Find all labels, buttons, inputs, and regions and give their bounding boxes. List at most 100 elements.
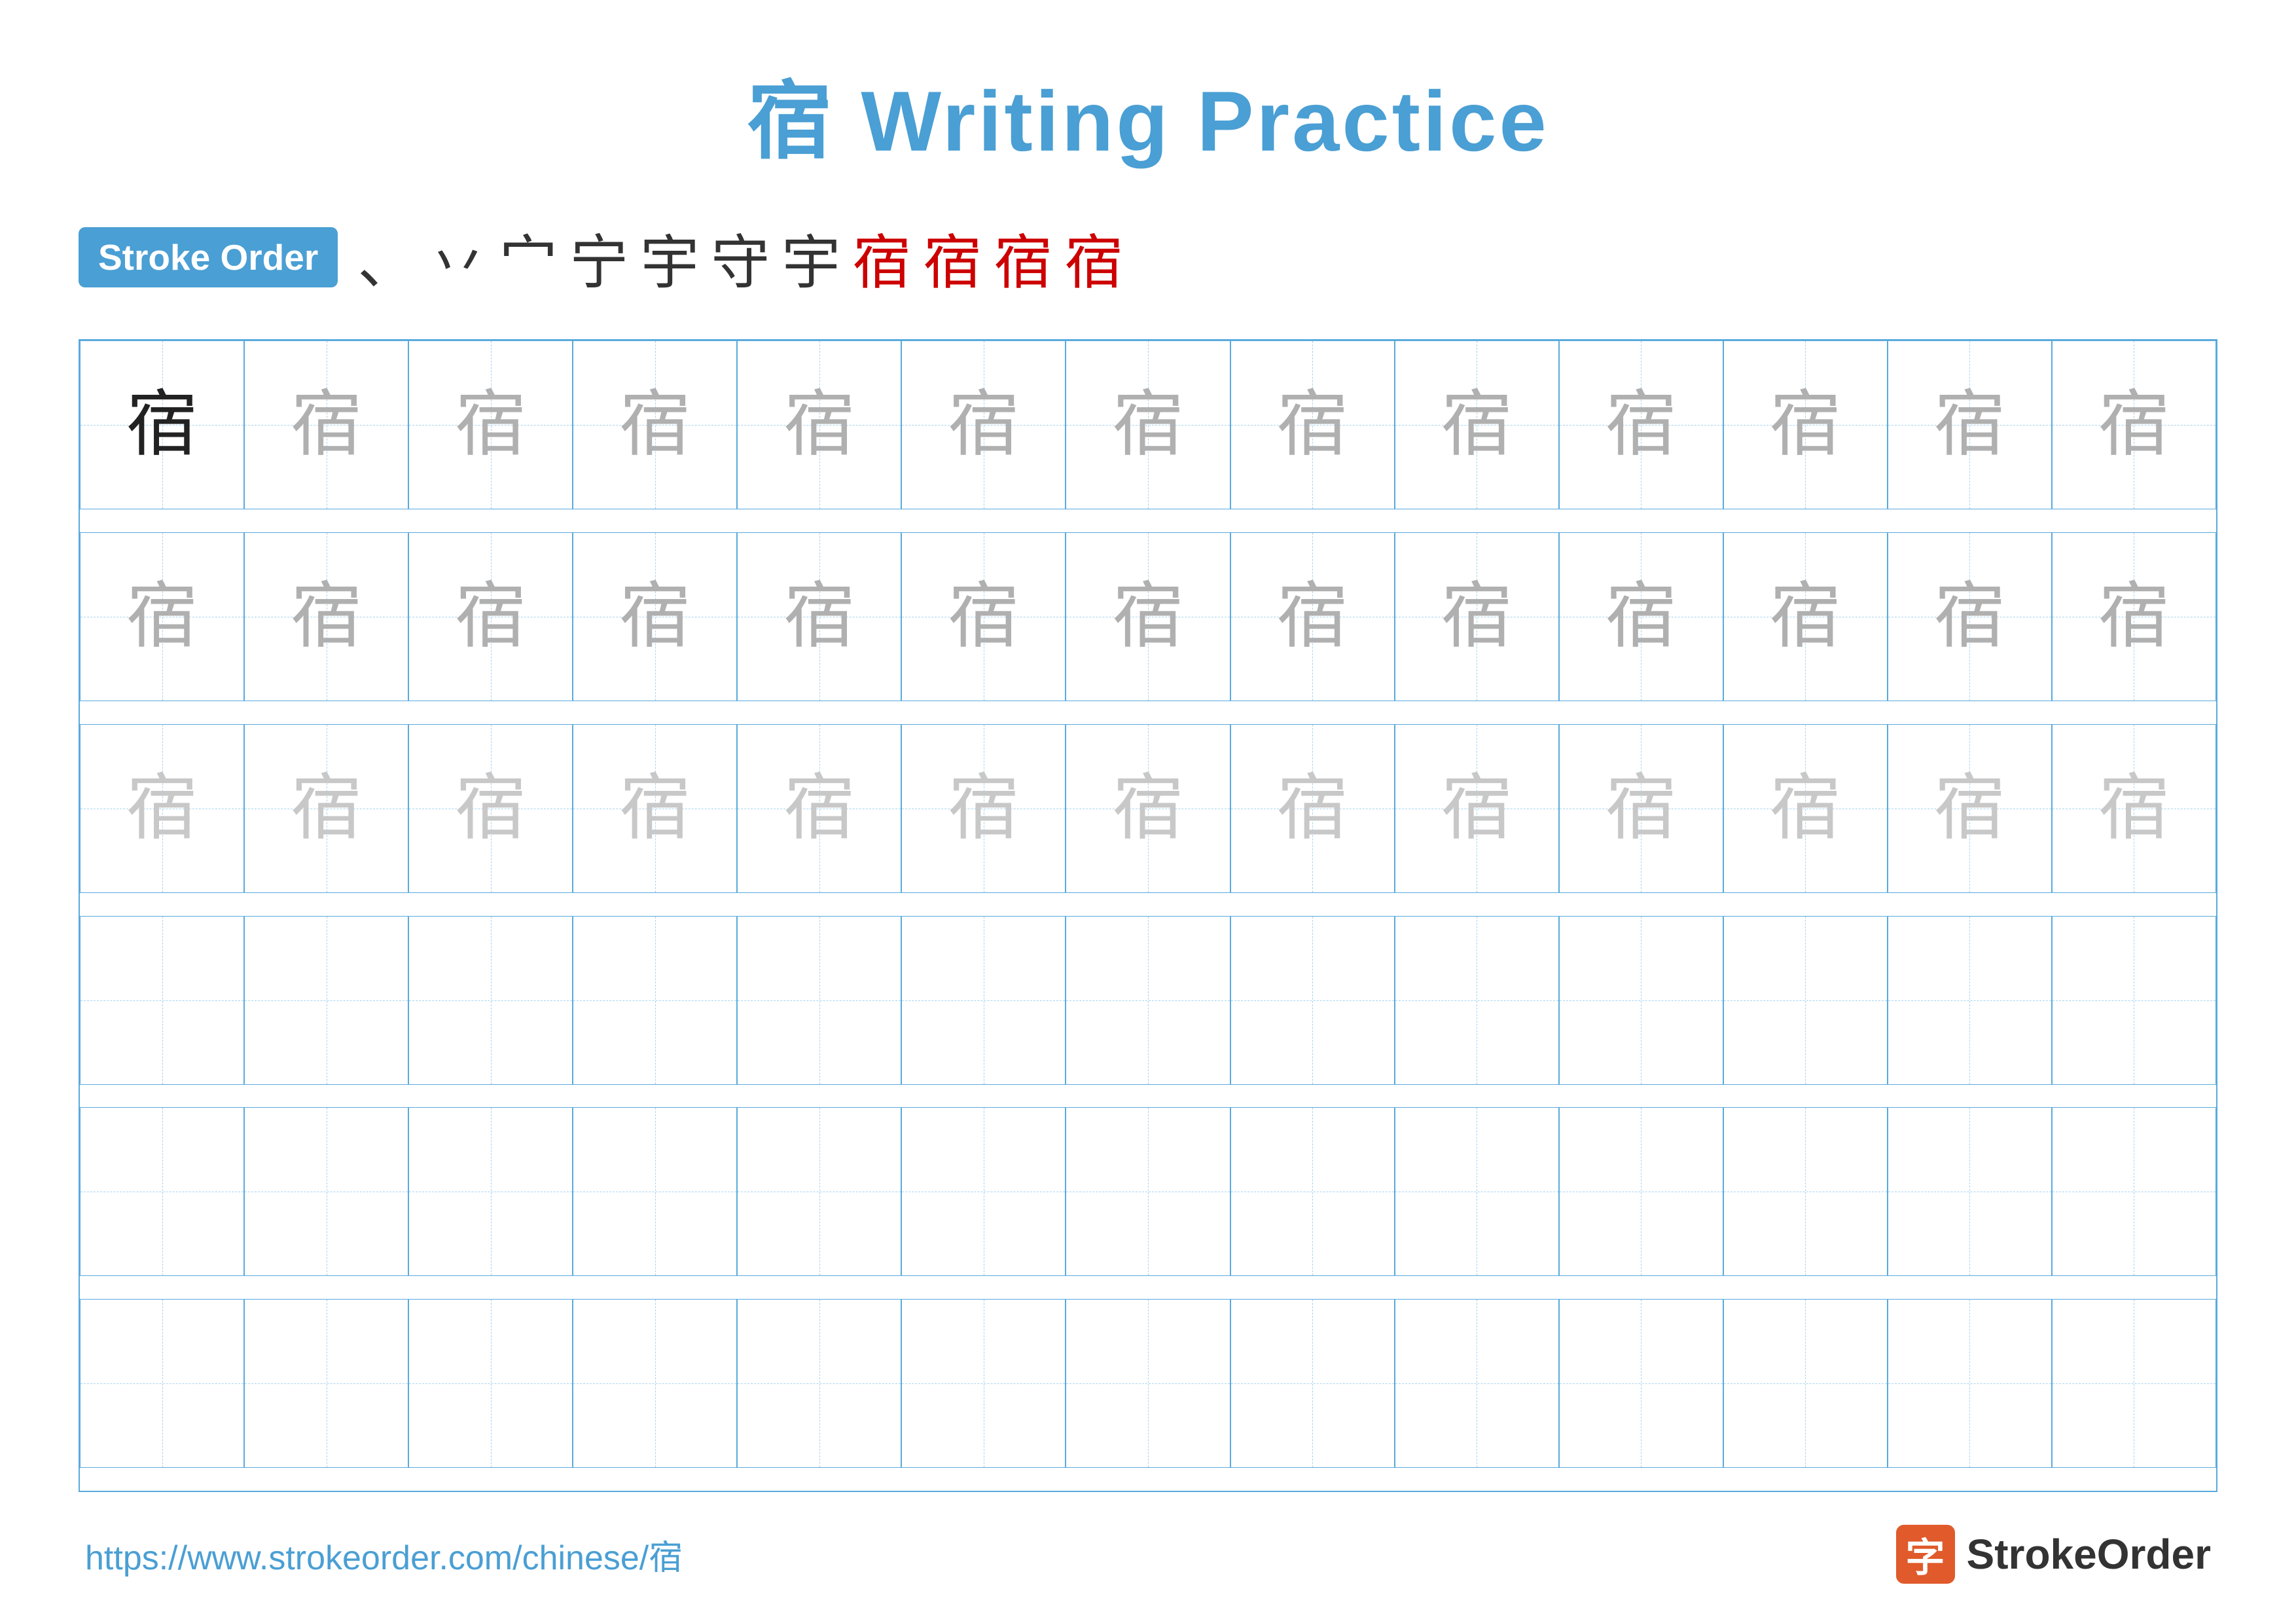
cell-character: 宿	[455, 773, 527, 845]
cell-character: 宿	[291, 581, 363, 653]
grid-cell[interactable]	[1066, 1107, 1230, 1276]
grid-cell[interactable]: 宿	[408, 340, 573, 509]
grid-cell[interactable]: 宿	[1559, 340, 1723, 509]
grid-cell[interactable]	[1395, 1299, 1559, 1468]
grid-cell[interactable]: 宿	[1723, 724, 1888, 893]
practice-grid: 宿宿宿宿宿宿宿宿宿宿宿宿宿宿宿宿宿宿宿宿宿宿宿宿宿宿宿宿宿宿宿宿宿宿宿宿宿宿宿	[79, 339, 2217, 1492]
grid-cell[interactable]: 宿	[901, 340, 1066, 509]
grid-cell[interactable]: 宿	[1723, 532, 1888, 701]
grid-cell[interactable]	[737, 1107, 901, 1276]
cell-character: 宿	[1112, 773, 1184, 845]
grid-cell[interactable]: 宿	[244, 724, 408, 893]
grid-cell[interactable]: 宿	[1888, 532, 2052, 701]
grid-cell[interactable]: 宿	[1066, 340, 1230, 509]
stroke-seq-item: 宿	[923, 215, 982, 300]
grid-cell[interactable]	[1230, 1107, 1395, 1276]
brand-icon-char: 字	[1906, 1526, 1945, 1583]
grid-cell[interactable]: 宿	[2052, 340, 2216, 509]
grid-cell[interactable]: 宿	[1723, 340, 1888, 509]
grid-cell[interactable]	[1559, 1299, 1723, 1468]
grid-cell[interactable]	[1395, 916, 1559, 1085]
grid-cell[interactable]	[1888, 1107, 2052, 1276]
brand-name: StrokeOrder	[1967, 1530, 2211, 1578]
grid-cell[interactable]: 宿	[408, 724, 573, 893]
cell-character: 宿	[783, 389, 855, 461]
grid-cell[interactable]	[1559, 916, 1723, 1085]
grid-cell[interactable]: 宿	[1395, 532, 1559, 701]
cell-character: 宿	[1276, 581, 1348, 653]
grid-cell[interactable]	[2052, 1299, 2216, 1468]
cell-character: 宿	[619, 581, 691, 653]
grid-cell[interactable]	[1066, 916, 1230, 1085]
footer: https://www.strokeorder.com/chinese/宿 字 …	[79, 1525, 2217, 1584]
grid-cell[interactable]: 宿	[1066, 724, 1230, 893]
grid-cell[interactable]	[1723, 916, 1888, 1085]
grid-cell[interactable]: 宿	[901, 724, 1066, 893]
grid-cell[interactable]: 宿	[408, 532, 573, 701]
grid-cell[interactable]: 宿	[737, 532, 901, 701]
grid-cell[interactable]	[1559, 1107, 1723, 1276]
grid-cell[interactable]: 宿	[1395, 724, 1559, 893]
grid-cell[interactable]: 宿	[737, 340, 901, 509]
grid-cell[interactable]: 宿	[1888, 724, 2052, 893]
grid-cell[interactable]	[2052, 1107, 2216, 1276]
grid-cell[interactable]	[1888, 1299, 2052, 1468]
grid-cell[interactable]: 宿	[2052, 532, 2216, 701]
grid-cell[interactable]	[244, 1299, 408, 1468]
grid-cell[interactable]: 宿	[80, 724, 244, 893]
grid-cell[interactable]: 宿	[1066, 532, 1230, 701]
grid-cell[interactable]	[901, 916, 1066, 1085]
grid-cell[interactable]	[1230, 916, 1395, 1085]
grid-cell[interactable]: 宿	[901, 532, 1066, 701]
grid-cell[interactable]: 宿	[1888, 340, 2052, 509]
grid-cell[interactable]	[244, 1107, 408, 1276]
grid-cell[interactable]: 宿	[1230, 532, 1395, 701]
cell-character: 宿	[1769, 581, 1841, 653]
grid-cell[interactable]: 宿	[1230, 340, 1395, 509]
grid-cell[interactable]: 宿	[573, 532, 737, 701]
grid-cell[interactable]	[408, 916, 573, 1085]
grid-cell[interactable]	[1723, 1107, 1888, 1276]
cell-character: 宿	[1769, 773, 1841, 845]
grid-cell[interactable]: 宿	[737, 724, 901, 893]
cell-character: 宿	[1933, 389, 2005, 461]
grid-cell[interactable]	[244, 916, 408, 1085]
grid-cell[interactable]: 宿	[80, 532, 244, 701]
grid-cell[interactable]	[1066, 1299, 1230, 1468]
grid-cell[interactable]: 宿	[1559, 724, 1723, 893]
grid-cell[interactable]	[1723, 1299, 1888, 1468]
grid-cell[interactable]: 宿	[244, 532, 408, 701]
grid-cell[interactable]: 宿	[1559, 532, 1723, 701]
stroke-sequence: 、丷宀宁宇守宇宿宿宿宿	[357, 215, 1123, 300]
grid-cell[interactable]	[573, 1299, 737, 1468]
grid-cell[interactable]	[573, 1107, 737, 1276]
grid-cell[interactable]	[2052, 916, 2216, 1085]
cell-character: 宿	[126, 773, 198, 845]
grid-cell[interactable]	[1230, 1299, 1395, 1468]
grid-cell[interactable]	[573, 916, 737, 1085]
cell-character: 宿	[619, 389, 691, 461]
grid-cell[interactable]	[408, 1107, 573, 1276]
cell-character: 宿	[783, 581, 855, 653]
grid-cell[interactable]	[408, 1299, 573, 1468]
grid-cell[interactable]: 宿	[573, 340, 737, 509]
grid-cell[interactable]	[80, 1107, 244, 1276]
page-title: 宿 Writing Practice	[747, 52, 1549, 175]
grid-cell[interactable]	[1395, 1107, 1559, 1276]
grid-cell[interactable]	[901, 1107, 1066, 1276]
grid-cell[interactable]	[737, 916, 901, 1085]
grid-cell[interactable]	[737, 1299, 901, 1468]
grid-cell[interactable]: 宿	[1230, 724, 1395, 893]
grid-cell[interactable]: 宿	[80, 340, 244, 509]
cell-character: 宿	[1276, 773, 1348, 845]
grid-cell[interactable]: 宿	[244, 340, 408, 509]
grid-cell[interactable]	[1888, 916, 2052, 1085]
stroke-seq-item: 宇	[781, 215, 840, 300]
grid-cell[interactable]: 宿	[2052, 724, 2216, 893]
grid-cell[interactable]: 宿	[1395, 340, 1559, 509]
grid-cell[interactable]: 宿	[573, 724, 737, 893]
grid-cell[interactable]	[80, 1299, 244, 1468]
grid-cell[interactable]	[901, 1299, 1066, 1468]
cell-character: 宿	[291, 773, 363, 845]
grid-cell[interactable]	[80, 916, 244, 1085]
